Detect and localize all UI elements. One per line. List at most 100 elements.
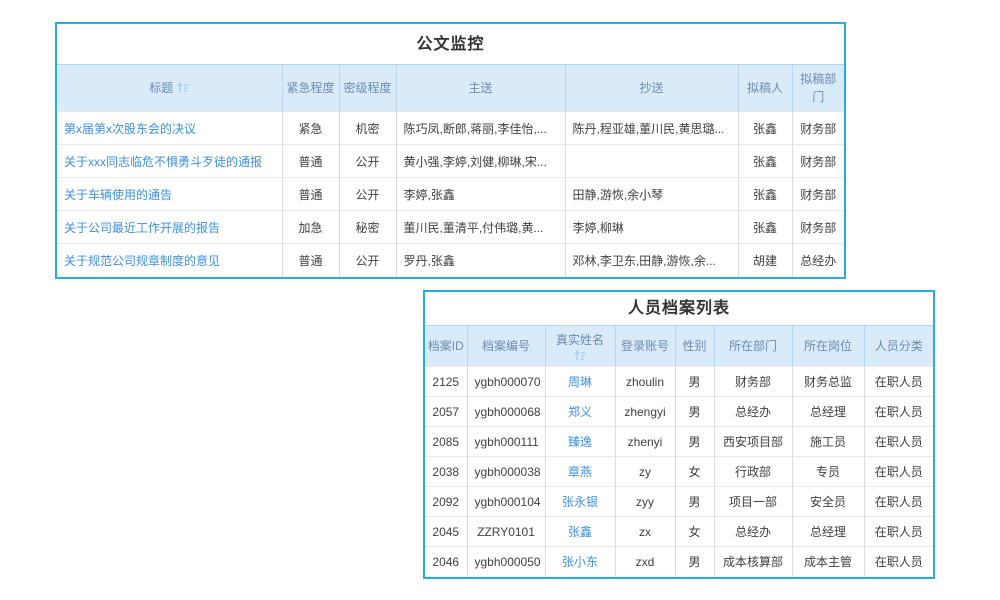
table-cell: 陈巧凤,断郎,蒋丽,李佳怡,... xyxy=(396,112,565,145)
table-cell: ygbh000104 xyxy=(467,487,545,517)
doc-title-link[interactable]: 关于公司最近工作开展的报告 xyxy=(64,221,220,235)
table-row: 2057ygbh000068郑义zhengyi男总经办总经理在职人员 xyxy=(425,397,933,427)
doc-monitor-table: 标题 紧急程度 密级程度 主送 抄送 拟稿人 拟稿部门 第x届第x次股东会的决议… xyxy=(57,65,844,277)
person-name-link[interactable]: 张鑫 xyxy=(568,525,592,539)
table-cell: 2057 xyxy=(425,397,467,427)
table-row: 关于规范公司规章制度的意见 普通公开罗丹,张鑫邓林,李卫东,田静,游恢,余...胡… xyxy=(57,244,844,277)
table-cell: 紧急 xyxy=(282,112,339,145)
table-cell: 成本核算部 xyxy=(714,547,792,577)
table-cell: 罗丹,张鑫 xyxy=(396,244,565,277)
table-cell: 张鑫 xyxy=(738,211,792,244)
panel-title: 人员档案列表 xyxy=(425,292,933,326)
column-header-urgency: 紧急程度 xyxy=(282,65,339,112)
table-cell: 总经理 xyxy=(792,517,864,547)
table-cell: 在职人员 xyxy=(864,397,933,427)
table-cell: 女 xyxy=(675,517,714,547)
person-name-link[interactable]: 周琳 xyxy=(568,375,592,389)
table-row: 2038ygbh000038章燕zy女行政部专员在职人员 xyxy=(425,457,933,487)
sort-icon[interactable] xyxy=(177,80,189,98)
table-cell: 章燕 xyxy=(545,457,615,487)
table-cell: ygbh000038 xyxy=(467,457,545,487)
table-cell: 财务总监 xyxy=(792,367,864,397)
column-header-title[interactable]: 标题 xyxy=(57,65,282,112)
table-cell: 公开 xyxy=(339,145,396,178)
table-cell: 专员 xyxy=(792,457,864,487)
column-header-archive-id: 档案ID xyxy=(425,326,467,367)
column-header-label: 真实姓名 xyxy=(556,333,604,347)
table-cell: 男 xyxy=(675,427,714,457)
dashboard-canvas: 公文监控 标题 紧急程度 密级程度 主送 抄送 拟稿人 拟稿部门 xyxy=(0,0,1000,600)
table-cell: 男 xyxy=(675,547,714,577)
table-cell: 张小东 xyxy=(545,547,615,577)
table-cell: 2038 xyxy=(425,457,467,487)
table-cell: 在职人员 xyxy=(864,427,933,457)
column-header-person-category: 人员分类 xyxy=(864,326,933,367)
table-cell: 张鑫 xyxy=(738,145,792,178)
table-cell: zxd xyxy=(615,547,675,577)
table-cell: zx xyxy=(615,517,675,547)
table-cell: 李婷,张鑫 xyxy=(396,178,565,211)
personnel-archive-panel: 人员档案列表 档案ID 档案编号 真实姓名 登录账号 性别 所在部门 所在岗位 xyxy=(423,290,935,579)
table-cell: 普通 xyxy=(282,145,339,178)
table-cell: 公开 xyxy=(339,178,396,211)
table-cell: 李婷,柳琳 xyxy=(565,211,738,244)
doc-title-link[interactable]: 第x届第x次股东会的决议 xyxy=(64,122,196,136)
table-cell: 成本主管 xyxy=(792,547,864,577)
table-row: 关于公司最近工作开展的报告 加急秘密董川民,董清平,付伟璐,黄...李婷,柳琳张鑫… xyxy=(57,211,844,244)
table-cell: 公开 xyxy=(339,244,396,277)
table-cell: 男 xyxy=(675,397,714,427)
table-cell: 在职人员 xyxy=(864,367,933,397)
table-cell: 2085 xyxy=(425,427,467,457)
table-cell: 臻逸 xyxy=(545,427,615,457)
table-cell: 总经办 xyxy=(792,244,844,277)
table-cell: ygbh000070 xyxy=(467,367,545,397)
table-cell: 财务部 xyxy=(714,367,792,397)
column-header-cc: 抄送 xyxy=(565,65,738,112)
table-row: 2085ygbh000111臻逸zhenyi男西安项目部施工员在职人员 xyxy=(425,427,933,457)
column-header-login-account: 登录账号 xyxy=(615,326,675,367)
table-cell: 秘密 xyxy=(339,211,396,244)
column-header-real-name[interactable]: 真实姓名 xyxy=(545,326,615,367)
column-header-main-recipient: 主送 xyxy=(396,65,565,112)
doc-title-link[interactable]: 关于规范公司规章制度的意见 xyxy=(64,254,220,268)
column-header-gender: 性别 xyxy=(675,326,714,367)
table-cell: 田静,游恢,余小琴 xyxy=(565,178,738,211)
table-cell: 男 xyxy=(675,487,714,517)
doc-monitor-panel: 公文监控 标题 紧急程度 密级程度 主送 抄送 拟稿人 拟稿部门 xyxy=(55,22,846,279)
personnel-archive-table: 档案ID 档案编号 真实姓名 登录账号 性别 所在部门 所在岗位 人员分类 21… xyxy=(425,326,933,577)
table-row: 关于xxx同志临危不惧勇斗歹徒的通报普通公开黄小强,李婷,刘健,柳琳,宋...张… xyxy=(57,145,844,178)
table-cell: 总经办 xyxy=(714,517,792,547)
person-name-link[interactable]: 张小东 xyxy=(562,555,598,569)
table-cell: 胡建 xyxy=(738,244,792,277)
table-cell: 财务部 xyxy=(792,145,844,178)
table-cell: zy xyxy=(615,457,675,487)
table-cell: zyy xyxy=(615,487,675,517)
table-cell: zhenyi xyxy=(615,427,675,457)
doc-title-link[interactable]: 关于车辆使用的通告 xyxy=(64,188,172,202)
table-cell: 普通 xyxy=(282,244,339,277)
table-cell: 加急 xyxy=(282,211,339,244)
person-name-link[interactable]: 郑义 xyxy=(568,405,592,419)
table-cell: 邓林,李卫东,田静,游恢,余... xyxy=(565,244,738,277)
table-cell: 周琳 xyxy=(545,367,615,397)
table-cell: 董川民,董清平,付伟璐,黄... xyxy=(396,211,565,244)
table-cell: 财务部 xyxy=(792,178,844,211)
table-cell: 西安项目部 xyxy=(714,427,792,457)
doc-title-link[interactable]: 关于xxx同志临危不惧勇斗歹徒的通报 xyxy=(64,155,262,169)
person-name-link[interactable]: 章燕 xyxy=(568,465,592,479)
table-cell: 男 xyxy=(675,367,714,397)
column-header-department: 所在部门 xyxy=(714,326,792,367)
table-cell: 在职人员 xyxy=(864,457,933,487)
table-row: 第x届第x次股东会的决议紧急机密陈巧凤,断郎,蒋丽,李佳怡,...陈丹,程亚雄,… xyxy=(57,112,844,145)
table-cell: 关于公司最近工作开展的报告 xyxy=(57,211,282,244)
table-row: 关于车辆使用的通告普通公开李婷,张鑫田静,游恢,余小琴张鑫财务部 xyxy=(57,178,844,211)
table-cell: ZZRY0101 xyxy=(467,517,545,547)
person-name-link[interactable]: 臻逸 xyxy=(568,435,592,449)
table-cell: 张永银 xyxy=(545,487,615,517)
table-cell: zhengyi xyxy=(615,397,675,427)
table-cell: 陈丹,程亚雄,董川民,黄思璐... xyxy=(565,112,738,145)
table-header-row: 档案ID 档案编号 真实姓名 登录账号 性别 所在部门 所在岗位 人员分类 xyxy=(425,326,933,367)
sort-icon[interactable] xyxy=(548,350,613,361)
person-name-link[interactable]: 张永银 xyxy=(562,495,598,509)
table-row: 2045ZZRY0101张鑫zx女总经办总经理在职人员 xyxy=(425,517,933,547)
